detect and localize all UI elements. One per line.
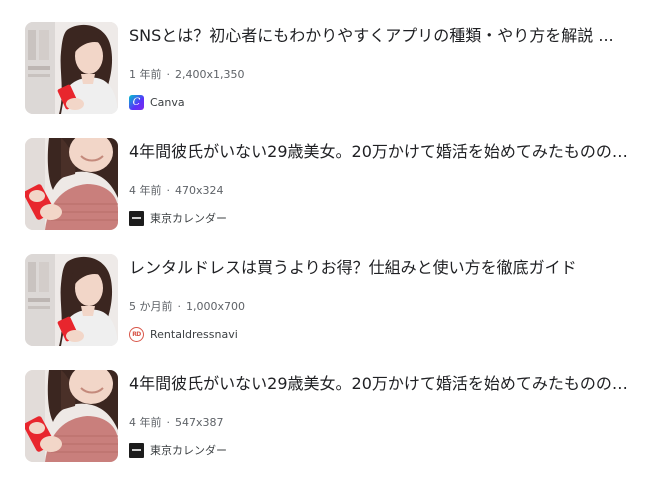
result-thumbnail[interactable] — [25, 138, 118, 230]
woman-with-phone-image — [25, 254, 118, 346]
result-age: 5 か月前 — [129, 300, 173, 313]
result-dimensions: 470x324 — [175, 184, 224, 197]
image-result-3[interactable]: レンタルドレスは買うよりお得？仕組みと使い方を徹底ガイド 5 か月前 · 1,000… — [0, 246, 649, 346]
result-thumbnail[interactable] — [25, 22, 118, 114]
result-thumbnail[interactable] — [25, 254, 118, 346]
result-age: 4 年前 — [129, 416, 162, 429]
rentaldressnavi-icon: RD — [129, 326, 144, 342]
result-dimensions: 1,000x700 — [186, 300, 245, 313]
result-title-link[interactable]: 4年間彼氏がいない29歳美女。20万かけて婚活を始めてみたものの… — [129, 373, 629, 395]
result-source-link[interactable]: C Canva — [129, 94, 185, 110]
meta-separator: · — [166, 416, 171, 429]
meta-separator: · — [166, 184, 171, 197]
canva-icon: C — [129, 94, 144, 110]
tokyo-calendar-icon — [129, 442, 144, 458]
result-meta: 4 年前 · 547x387 — [129, 415, 224, 431]
source-name: 東京カレンダー — [150, 444, 227, 457]
woman-with-phone-image — [25, 138, 118, 230]
result-meta: 5 か月前 · 1,000x700 — [129, 299, 245, 315]
tokyo-calendar-icon — [129, 210, 144, 226]
meta-separator: · — [166, 68, 171, 81]
result-source-link[interactable]: 東京カレンダー — [129, 442, 227, 458]
result-dimensions: 2,400x1,350 — [175, 68, 245, 81]
result-age: 4 年前 — [129, 184, 162, 197]
image-result-2[interactable]: 4年間彼氏がいない29歳美女。20万かけて婚活を始めてみたものの… 4 年前 · 4… — [0, 130, 649, 230]
result-meta: 4 年前 · 470x324 — [129, 183, 224, 199]
woman-with-phone-image — [25, 370, 118, 462]
image-result-4[interactable]: 4年間彼氏がいない29歳美女。20万かけて婚活を始めてみたものの… 4 年前 · 5… — [0, 362, 649, 462]
result-source-link[interactable]: RD Rentaldressnavi — [129, 326, 238, 342]
result-title-link[interactable]: 4年間彼氏がいない29歳美女。20万かけて婚活を始めてみたものの… — [129, 141, 629, 163]
woman-with-phone-image — [25, 22, 118, 114]
result-title-link[interactable]: SNSとは？初心者にもわかりやすくアプリの種類・やり方を解説 ... — [129, 25, 629, 47]
result-dimensions: 547x387 — [175, 416, 224, 429]
result-title-link[interactable]: レンタルドレスは買うよりお得？仕組みと使い方を徹底ガイド — [129, 257, 629, 279]
image-result-1[interactable]: SNSとは？初心者にもわかりやすくアプリの種類・やり方を解説 ... 1 年前 ·… — [0, 14, 649, 114]
source-name: Rentaldressnavi — [150, 327, 238, 341]
source-name: Canva — [150, 95, 185, 109]
source-name: 東京カレンダー — [150, 212, 227, 225]
result-meta: 1 年前 · 2,400x1,350 — [129, 67, 245, 83]
result-source-link[interactable]: 東京カレンダー — [129, 210, 227, 226]
result-age: 1 年前 — [129, 68, 162, 81]
result-thumbnail[interactable] — [25, 370, 118, 462]
meta-separator: · — [177, 300, 182, 313]
